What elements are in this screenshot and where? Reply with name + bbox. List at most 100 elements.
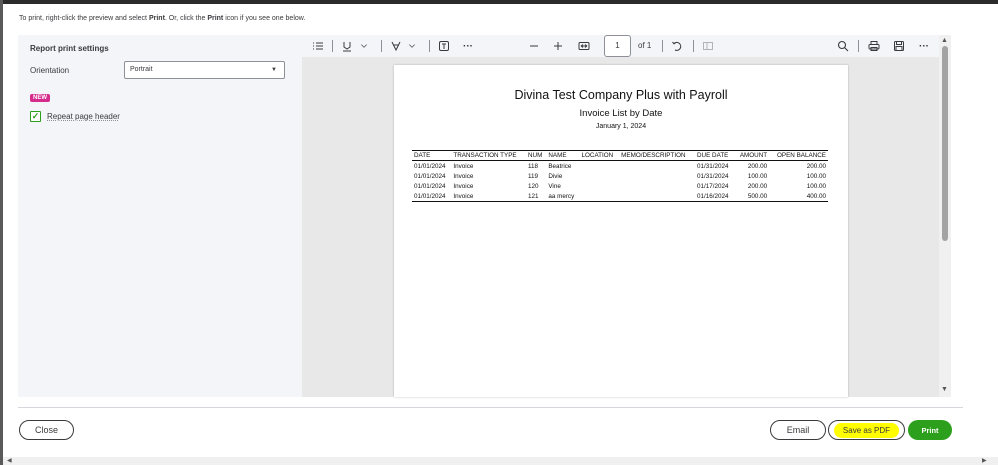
chevron-down-icon[interactable] bbox=[358, 38, 370, 54]
page-view-icon[interactable] bbox=[700, 38, 716, 54]
toolbar-separator bbox=[693, 40, 694, 52]
col-open-balance: OPEN BALANCE bbox=[769, 150, 828, 161]
repeat-header-checkbox[interactable]: ✓ bbox=[30, 111, 41, 122]
toolbar-separator bbox=[429, 40, 430, 52]
highlight-icon[interactable] bbox=[339, 38, 355, 54]
table-header-row: DATE TRANSACTION TYPE NUM NAME LOCATION … bbox=[412, 150, 828, 161]
cell-location bbox=[580, 171, 620, 181]
cell-type: Invoice bbox=[453, 172, 474, 180]
chevron-down-icon[interactable] bbox=[406, 38, 418, 54]
new-badge: NEW bbox=[30, 94, 50, 102]
col-amount: AMOUNT bbox=[734, 150, 770, 161]
page-number-input[interactable]: 1 bbox=[604, 35, 631, 57]
cell-open-balance: 100.00 bbox=[806, 172, 826, 180]
repeat-header-label[interactable]: Repeat page header bbox=[47, 112, 120, 121]
settings-title: Report print settings bbox=[30, 44, 109, 53]
toolbar-separator bbox=[662, 40, 663, 52]
table-row: 01/01/2024 Invoice 120 Vine 01/17/2024 2… bbox=[412, 181, 828, 191]
scroll-right-icon[interactable]: ▶ bbox=[982, 457, 987, 464]
cell-location bbox=[580, 181, 620, 191]
cell-amount: 200.00 bbox=[747, 162, 768, 170]
window-left-border bbox=[0, 0, 3, 465]
table-row: 01/01/2024 Invoice 121 aa mercy 01/16/20… bbox=[412, 191, 828, 202]
cell-date: 01/01/2024 bbox=[414, 182, 446, 190]
zoom-in-icon[interactable] bbox=[550, 38, 566, 54]
cell-type: Invoice bbox=[451, 191, 526, 202]
scroll-up-icon[interactable]: ▲ bbox=[941, 37, 948, 44]
cell-num: 120 bbox=[527, 182, 539, 190]
close-button[interactable]: Close bbox=[19, 420, 74, 440]
cell-num: 118 bbox=[527, 162, 539, 170]
page-count: of 1 bbox=[638, 41, 652, 50]
cell-due-date: 01/17/2024 bbox=[697, 182, 729, 190]
printer-icon[interactable] bbox=[866, 38, 882, 54]
col-name: NAME bbox=[546, 150, 580, 161]
scroll-down-icon[interactable]: ▼ bbox=[941, 386, 948, 393]
rotate-icon[interactable] bbox=[669, 38, 685, 54]
col-date: DATE bbox=[412, 150, 452, 161]
cell-due-date: 01/31/2024 bbox=[697, 162, 729, 170]
cell-location bbox=[580, 161, 620, 172]
cell-open-balance: 200.00 bbox=[806, 162, 826, 170]
print-preview: ··· 1 of 1 ··· Divina Test Company Plus … bbox=[302, 35, 939, 397]
cell-date: 01/01/2024 bbox=[412, 191, 452, 202]
print-instructions: To print, right-click the preview and se… bbox=[19, 15, 306, 22]
cell-name: Beatrice bbox=[548, 162, 572, 170]
col-due-date: DUE DATE bbox=[695, 150, 735, 161]
footer-divider bbox=[18, 407, 963, 408]
cell-type: Invoice bbox=[453, 162, 474, 170]
col-location: LOCATION bbox=[579, 150, 620, 161]
orientation-label: Orientation bbox=[30, 66, 70, 75]
text-box-icon[interactable] bbox=[436, 38, 452, 54]
zoom-out-icon[interactable] bbox=[526, 38, 542, 54]
cell-memo bbox=[619, 181, 695, 191]
save-as-pdf-button[interactable]: Save as PDF bbox=[828, 420, 905, 440]
save-icon[interactable] bbox=[891, 38, 907, 54]
cell-open-balance: 400.00 bbox=[769, 191, 828, 202]
report-page: Divina Test Company Plus with Payroll In… bbox=[394, 65, 848, 397]
cell-memo bbox=[619, 161, 695, 172]
checkmark-icon: ✓ bbox=[31, 111, 40, 121]
cell-name: Vine bbox=[548, 182, 561, 190]
cell-open-balance: 100.00 bbox=[806, 182, 826, 190]
toolbar-separator bbox=[332, 40, 333, 52]
print-settings-panel: Report print settings Orientation Portra… bbox=[18, 35, 302, 397]
toolbar-separator bbox=[858, 40, 859, 52]
table-row: 01/01/2024 Invoice 119 Divie 01/31/2024 … bbox=[412, 171, 828, 181]
cell-type: Invoice bbox=[453, 182, 474, 190]
cell-location bbox=[579, 191, 620, 202]
page-horizontal-scrollbar[interactable]: ◀ ▶ bbox=[3, 457, 998, 465]
cell-date: 01/01/2024 bbox=[414, 172, 446, 180]
col-num: NUM bbox=[525, 150, 547, 161]
save-as-pdf-label: Save as PDF bbox=[833, 422, 900, 438]
print-button[interactable]: Print bbox=[908, 420, 952, 440]
caret-down-icon: ▼ bbox=[271, 67, 277, 73]
cell-amount: 100.00 bbox=[747, 172, 768, 180]
cell-memo bbox=[619, 191, 695, 202]
cell-num: 119 bbox=[527, 172, 539, 180]
cell-name: Divie bbox=[548, 172, 563, 180]
cell-due-date: 01/31/2024 bbox=[697, 172, 729, 180]
cell-date: 01/01/2024 bbox=[414, 162, 446, 170]
col-transaction-type: TRANSACTION TYPE bbox=[451, 150, 526, 161]
search-icon[interactable] bbox=[835, 38, 851, 54]
cell-due-date: 01/16/2024 bbox=[695, 191, 735, 202]
col-memo: MEMO/DESCRIPTION bbox=[619, 150, 695, 161]
list-icon[interactable] bbox=[310, 38, 326, 54]
cell-amount: 200.00 bbox=[747, 182, 768, 190]
draw-icon[interactable] bbox=[388, 38, 404, 54]
pdf-toolbar: ··· 1 of 1 ··· bbox=[302, 35, 939, 57]
scroll-left-icon[interactable]: ◀ bbox=[7, 457, 12, 464]
more-icon[interactable]: ··· bbox=[460, 38, 476, 54]
table-row: 01/01/2024 Invoice 118 Beatrice 01/31/20… bbox=[412, 161, 828, 172]
fit-page-icon[interactable] bbox=[576, 38, 592, 54]
scrollbar-thumb[interactable] bbox=[942, 46, 948, 241]
preview-scrollbar[interactable]: ▲ ▼ bbox=[939, 35, 951, 397]
window-top-border bbox=[0, 0, 998, 4]
orientation-select[interactable]: Portrait ▼ bbox=[124, 61, 285, 79]
report-table: DATE TRANSACTION TYPE NUM NAME LOCATION … bbox=[412, 150, 828, 202]
email-button[interactable]: Email bbox=[770, 420, 826, 440]
cell-num: 121 bbox=[525, 191, 547, 202]
cell-name: aa mercy bbox=[546, 191, 580, 202]
more-icon[interactable]: ··· bbox=[916, 38, 932, 54]
